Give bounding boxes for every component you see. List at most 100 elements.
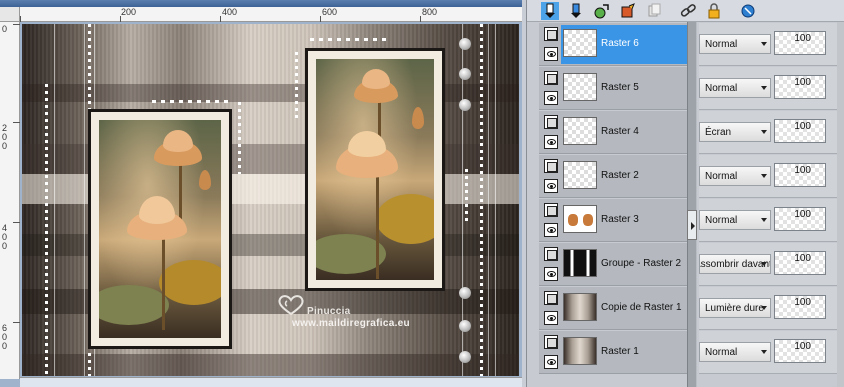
new-raster-layer-icon[interactable] <box>541 2 559 20</box>
layer-type-icon[interactable] <box>544 203 558 217</box>
blend-mode-select[interactable]: Normal <box>699 166 771 186</box>
chevron-down-icon <box>761 86 767 90</box>
opacity-field[interactable]: 100 <box>774 75 826 99</box>
horizontal-scrollbar[interactable] <box>20 377 522 387</box>
layer-name: Raster 6 <box>601 38 639 49</box>
artwork-image[interactable]: Pinuccia www.maildiregrafica.eu <box>22 24 519 376</box>
ruler-label: 800 <box>422 7 438 17</box>
delete-layer-icon[interactable] <box>739 2 757 20</box>
ruler-corner <box>0 7 20 22</box>
layer-thumbnail <box>563 249 597 277</box>
layer-thumbnail <box>563 117 597 145</box>
layer-thumbnail <box>563 293 597 321</box>
bead <box>459 320 471 332</box>
blend-mode-select[interactable]: Lumière dure <box>699 298 771 318</box>
layers-palette: Raster 6 Normal 100 Raster 5 Normal 100 <box>526 0 844 387</box>
chevron-down-icon <box>761 350 767 354</box>
dotted-line <box>295 52 298 118</box>
visibility-eye-icon[interactable] <box>544 355 558 369</box>
visibility-eye-icon[interactable] <box>544 223 558 237</box>
layer-thumbnail <box>563 161 597 189</box>
dotted-line <box>310 38 390 41</box>
watermark-url: www.maildiregrafica.eu <box>292 318 410 329</box>
dotted-line <box>480 24 483 376</box>
layer-type-icon[interactable] <box>544 291 558 305</box>
image-canvas-window: 200 400 600 800 0 2 0 0 4 0 0 6 0 0 Pinu… <box>0 0 522 387</box>
blend-mode-select[interactable]: Normal <box>699 78 771 98</box>
layer-name: Copie de Raster 1 <box>601 302 682 313</box>
lotus-frame-right <box>305 48 445 291</box>
new-mask-icon[interactable] <box>619 2 637 20</box>
horizontal-ruler: 200 400 600 800 <box>20 7 522 22</box>
new-adjustment-layer-icon[interactable] <box>593 2 611 20</box>
layer-thumbnail <box>563 29 597 57</box>
ruler-label: 2 0 0 <box>2 123 8 151</box>
dotted-line <box>465 169 468 224</box>
layer-name: Raster 4 <box>601 126 639 137</box>
bead <box>459 68 471 80</box>
vertical-scrollbar[interactable] <box>837 22 844 387</box>
layer-thumbnail <box>563 337 597 365</box>
watermark-name: Pinuccia <box>307 306 351 317</box>
blend-mode-select[interactable]: Normal <box>699 342 771 362</box>
opacity-field[interactable]: 100 <box>774 295 826 319</box>
blend-mode-select[interactable]: Normal <box>699 34 771 54</box>
panel-splitter[interactable] <box>687 22 697 387</box>
ruler-label: 4 0 0 <box>2 223 8 251</box>
chevron-down-icon <box>761 42 767 46</box>
dotted-line <box>45 84 48 374</box>
layer-type-icon[interactable] <box>544 159 558 173</box>
visibility-eye-icon[interactable] <box>544 91 558 105</box>
ruler-label: 600 <box>322 7 338 17</box>
layer-thumbnail <box>563 73 597 101</box>
layer-name: Raster 3 <box>601 214 639 225</box>
bead <box>459 99 471 111</box>
visibility-eye-icon[interactable] <box>544 179 558 193</box>
layer-type-icon[interactable] <box>544 247 558 261</box>
layer-name: Raster 2 <box>601 170 639 181</box>
chevron-down-icon <box>761 262 767 266</box>
visibility-eye-icon[interactable] <box>544 267 558 281</box>
blend-mode-select[interactable]: Normal <box>699 210 771 230</box>
layer-type-icon[interactable] <box>544 71 558 85</box>
layer-type-icon[interactable] <box>544 335 558 349</box>
opacity-field[interactable]: 100 <box>774 207 826 231</box>
opacity-field[interactable]: 100 <box>774 31 826 55</box>
lotus-frame-left <box>88 109 232 349</box>
layer-type-icon[interactable] <box>544 27 558 41</box>
visibility-eye-icon[interactable] <box>544 47 558 61</box>
visibility-eye-icon[interactable] <box>544 311 558 325</box>
heart-logo-icon <box>278 295 304 316</box>
splitter-grip[interactable] <box>687 210 697 240</box>
chevron-down-icon <box>761 174 767 178</box>
blend-mode-select[interactable]: Assombrir davantage <box>699 254 771 274</box>
chevron-down-icon <box>761 130 767 134</box>
bead <box>459 38 471 50</box>
lotus-painting <box>316 59 434 280</box>
ruler-label: 400 <box>222 7 238 17</box>
layer-type-icon[interactable] <box>544 115 558 129</box>
chevron-down-icon <box>761 306 767 310</box>
opacity-field[interactable]: 100 <box>774 251 826 275</box>
duplicate-layer-icon[interactable] <box>645 2 663 20</box>
opacity-field[interactable]: 100 <box>774 339 826 363</box>
lock-icon[interactable] <box>705 2 723 20</box>
blend-mode-select[interactable]: Écran <box>699 122 771 142</box>
ruler-label: 0 <box>2 24 8 34</box>
vertical-ruler: 0 2 0 0 4 0 0 6 0 0 <box>0 22 20 379</box>
chevron-down-icon <box>761 218 767 222</box>
visibility-eye-icon[interactable] <box>544 135 558 149</box>
dotted-line <box>238 102 241 174</box>
layers-toolbar <box>527 0 844 22</box>
new-vector-layer-icon[interactable] <box>567 2 585 20</box>
layer-name: Raster 5 <box>601 82 639 93</box>
opacity-field[interactable]: 100 <box>774 119 826 143</box>
layer-name: Raster 1 <box>601 346 639 357</box>
opacity-field[interactable]: 100 <box>774 163 826 187</box>
layer-thumbnail <box>563 205 597 233</box>
bead <box>459 351 471 363</box>
window-title-bar <box>0 0 522 7</box>
bead <box>459 287 471 299</box>
link-icon[interactable] <box>679 2 697 20</box>
ruler-label: 200 <box>121 7 137 17</box>
